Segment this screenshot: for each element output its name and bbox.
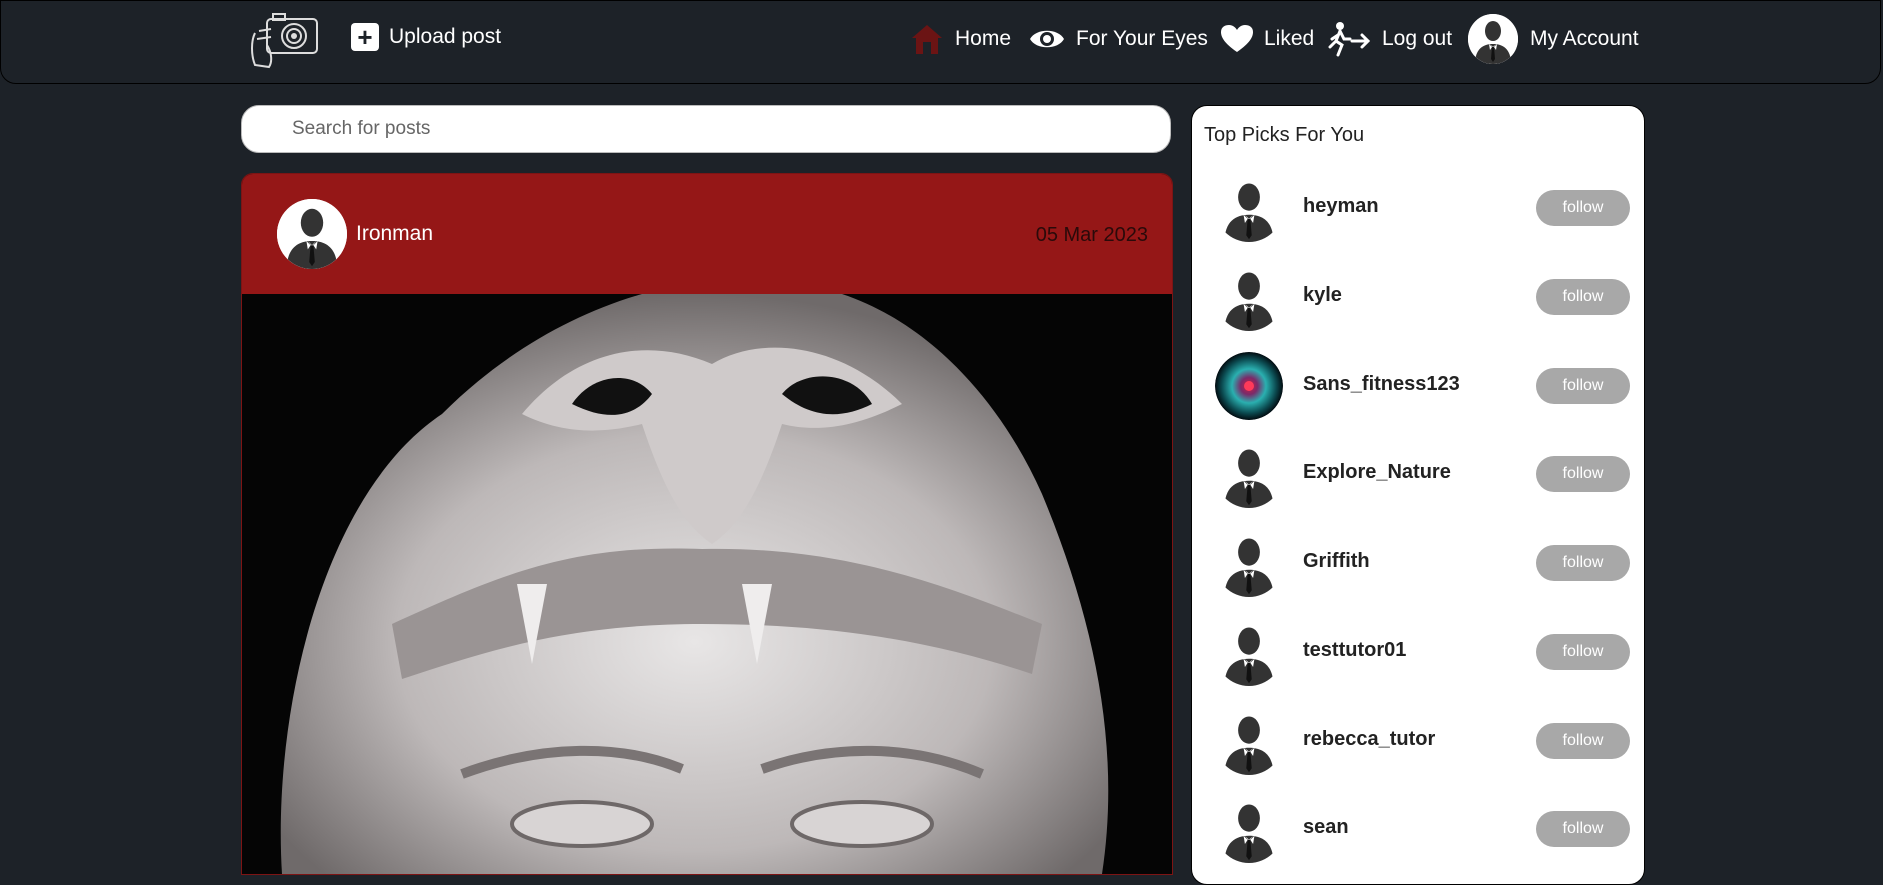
- eye-icon: [1030, 30, 1064, 48]
- pick-row: sean follow: [1192, 789, 1644, 869]
- top-picks-panel: Top Picks For You heyman follow kyle follow…: [1191, 105, 1645, 885]
- top-picks-title: Top Picks For You: [1204, 124, 1365, 146]
- nav-liked-label: Liked: [1264, 27, 1315, 50]
- pick-avatar[interactable]: [1215, 352, 1283, 420]
- upload-post-button[interactable]: + Upload post: [351, 23, 501, 51]
- nav-logout[interactable]: Log out: [1328, 19, 1452, 59]
- pick-username[interactable]: rebecca_tutor: [1303, 728, 1435, 751]
- post-author-avatar[interactable]: [277, 199, 347, 269]
- pick-avatar[interactable]: [1215, 263, 1283, 331]
- pick-username[interactable]: testtutor01: [1303, 639, 1406, 662]
- pick-avatar[interactable]: [1215, 174, 1283, 242]
- nav-for-your-eyes[interactable]: For Your Eyes: [1028, 19, 1208, 59]
- post-card: Ironman 05 Mar 2023: [241, 173, 1173, 875]
- nav-home-label: Home: [955, 27, 1012, 50]
- home-icon: [912, 25, 942, 54]
- follow-button[interactable]: follow: [1536, 723, 1630, 759]
- top-navbar: + Upload post Home For Your Eyes Liked L…: [0, 0, 1881, 84]
- pick-username[interactable]: heyman: [1303, 195, 1379, 218]
- pick-avatar[interactable]: [1215, 618, 1283, 686]
- pick-row: heyman follow: [1192, 168, 1644, 248]
- upload-post-label: Upload post: [389, 25, 502, 48]
- post-image[interactable]: [242, 294, 1172, 874]
- account-avatar: [1468, 14, 1518, 64]
- pick-username[interactable]: kyle: [1303, 284, 1342, 307]
- camera-logo-icon[interactable]: [249, 11, 321, 71]
- nav-my-account-label: My Account: [1530, 27, 1639, 50]
- heart-icon: [1221, 25, 1253, 52]
- search-input[interactable]: [241, 105, 1171, 153]
- nav-home[interactable]: Home: [909, 19, 1011, 59]
- pick-row: testtutor01 follow: [1192, 612, 1644, 692]
- plus-icon: +: [351, 23, 379, 51]
- follow-button[interactable]: follow: [1536, 811, 1630, 847]
- pick-avatar[interactable]: [1215, 529, 1283, 597]
- pick-row: Griffith follow: [1192, 523, 1644, 603]
- pick-username[interactable]: Explore_Nature: [1303, 461, 1451, 484]
- nav-for-your-eyes-label: For Your Eyes: [1076, 27, 1208, 50]
- pick-avatar[interactable]: [1215, 707, 1283, 775]
- pick-username[interactable]: Griffith: [1303, 550, 1370, 573]
- pick-avatar[interactable]: [1215, 440, 1283, 508]
- follow-button[interactable]: follow: [1536, 456, 1630, 492]
- pick-row: rebecca_tutor follow: [1192, 701, 1644, 781]
- pick-username[interactable]: sean: [1303, 816, 1349, 839]
- follow-button[interactable]: follow: [1536, 368, 1630, 404]
- follow-button[interactable]: follow: [1536, 190, 1630, 226]
- pick-row: Sans_fitness123 follow: [1192, 346, 1644, 426]
- post-author-name[interactable]: Ironman: [356, 222, 433, 246]
- logout-icon: [1328, 22, 1371, 57]
- pick-username[interactable]: Sans_fitness123: [1303, 373, 1460, 396]
- nav-my-account[interactable]: My Account: [1468, 14, 1639, 64]
- pick-row: Explore_Nature follow: [1192, 434, 1644, 514]
- follow-button[interactable]: follow: [1536, 545, 1630, 581]
- post-header: Ironman 05 Mar 2023: [242, 174, 1172, 294]
- pick-avatar[interactable]: [1215, 795, 1283, 863]
- pick-row: kyle follow: [1192, 257, 1644, 337]
- nav-liked[interactable]: Liked: [1220, 19, 1314, 59]
- post-date: 05 Mar 2023: [1035, 224, 1148, 246]
- follow-button[interactable]: follow: [1536, 634, 1630, 670]
- follow-button[interactable]: follow: [1536, 279, 1630, 315]
- nav-logout-label: Log out: [1382, 27, 1453, 50]
